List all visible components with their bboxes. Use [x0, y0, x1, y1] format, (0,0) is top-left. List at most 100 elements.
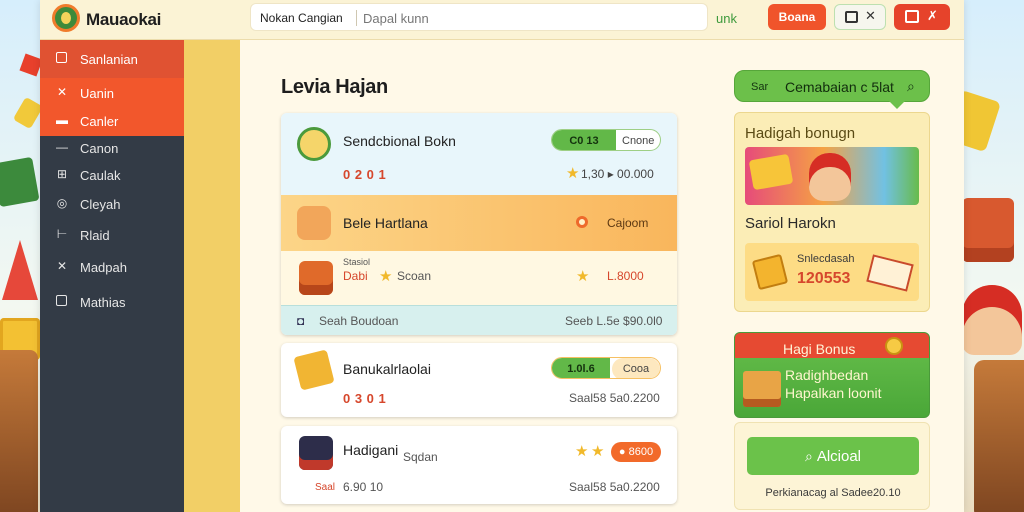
sidebar-item-canon[interactable]: — Canon [40, 133, 184, 163]
coupon-icon [866, 254, 914, 292]
promo-banner[interactable] [745, 147, 919, 205]
food-icon [297, 206, 331, 240]
sidebar-item-uanin[interactable]: ✕ Uanin [40, 78, 184, 108]
cta-label: Cemabaian c 5lat [785, 79, 894, 95]
star-icon: ★ [576, 268, 590, 285]
sidebar-item-caulak[interactable]: ⊞ Caulak [40, 160, 184, 190]
cross-icon: ✕ [56, 259, 68, 273]
app-title: Mauaokai [86, 10, 162, 29]
footer-right: Seeb L.5e $90.0l0 [565, 314, 663, 328]
promo-card-label: Snlecdasah [797, 253, 855, 265]
listing-card[interactable]: Hadigani Sqdan ★ ★ ● 8600 Saal 6.90 10 S… [281, 426, 677, 504]
sidebar-item-canler[interactable]: ▬ Canler [40, 106, 184, 136]
decor-tent [2, 240, 38, 300]
cans-icon [743, 371, 781, 407]
header-link[interactable]: unk [716, 11, 737, 26]
card-footer: ◘ Seah Boudoan Seeb L.5e $90.0l0 [281, 305, 677, 335]
cta-small-label: Sar [751, 81, 769, 93]
decor-character [962, 285, 1022, 355]
cta-bubble[interactable]: Sar Cemabaian c 5lat ⌕ [734, 70, 930, 109]
item-number: 6.90 10 [343, 480, 384, 494]
item-meta: Saal58 5a0.2200 [569, 480, 660, 494]
toggle-on-label: 1.0l.6 [552, 358, 610, 378]
sidebar-item-label: Canler [80, 114, 119, 129]
promo-card[interactable]: Snlecdasah 120553 [745, 243, 919, 301]
search-icon: ⌕ [907, 78, 915, 94]
list-item[interactable]: Stasiol Dabi ★ Scoan ★ L.8000 [281, 251, 677, 305]
search-divider [356, 10, 357, 26]
sidebar-item-label: Cleyah [80, 197, 121, 212]
item-sub: Sqdan [403, 450, 438, 464]
search-scope[interactable]: Nokan Cangian [260, 11, 343, 25]
gift-icon [751, 253, 789, 291]
close-icon[interactable]: ✕ [865, 8, 876, 24]
list-item[interactable]: Bele Hartlana Cajoom [281, 195, 677, 251]
item-price: L.8000 [607, 269, 644, 283]
footer-left: Seah Boudoan [319, 314, 399, 328]
sidebar-item-label: Caulak [80, 168, 121, 183]
window-icon[interactable] [845, 11, 858, 23]
primary-button[interactable]: Boana [768, 4, 826, 30]
promo-card-number: 120553 [797, 270, 851, 287]
promo-subtitle: Sariol Harokn [745, 215, 836, 232]
sidebar-item-rlaid[interactable]: ⊢ Rlaid [40, 220, 184, 250]
jar-icon [299, 261, 333, 295]
promo-title: Hadigah bonugn [745, 125, 856, 142]
sidebar-item-label: Canon [80, 141, 119, 156]
tool-buttons[interactable]: ✕ [834, 4, 886, 30]
star-icon: ★ [591, 443, 605, 460]
sidebar-item-madpah[interactable]: ✕ Madpah [40, 252, 184, 282]
mascot-icon [809, 153, 851, 201]
listing-card[interactable]: Sendcbional Bokn 0 2 0 1 C0 13 Cnone ★ 1… [281, 113, 677, 335]
item-name: Hadigani [343, 442, 399, 458]
sidebar-item-label: Sanlanian [80, 52, 138, 67]
star-icon: ★ [379, 268, 393, 285]
toggle-on-label: C0 13 [552, 130, 616, 150]
list-item[interactable]: Sendcbional Bokn 0 2 0 1 C0 13 Cnone ★ 1… [281, 113, 677, 195]
sidebar-item-label: Madpah [80, 260, 127, 275]
item-name: Banukalrlaolai [343, 361, 431, 377]
toggle-off-label: Cooa [612, 358, 660, 378]
listing-card[interactable]: Banukalrlaolai 0 3 0 1 1.0l.6 Cooa Saal5… [281, 343, 677, 417]
action-button-label: Alcioal [816, 447, 862, 465]
sidebar-item-label: Uanin [80, 86, 114, 101]
search-input[interactable] [363, 7, 693, 29]
item-name: Dabi [343, 269, 368, 283]
rating-text: 1,30 ▸ 00.000 [581, 167, 654, 181]
bonus-line-2: Hapalkan loonit [785, 385, 882, 401]
item-name: Sendcbional Bokn [343, 133, 456, 149]
app-logo [52, 4, 80, 32]
item-small: Saal [315, 482, 336, 493]
sidebar-item-mathias[interactable]: Mathias [40, 287, 184, 317]
top-bar: Mauaokai Nokan Cangian unk Boana ✕ ✗ [40, 0, 964, 40]
bonus-panel[interactable]: Hagi Bonus Radighbedan Hapalkan loonit [734, 332, 930, 418]
accent-strip [184, 40, 240, 512]
decor-crate [0, 156, 40, 208]
window-icon [905, 10, 919, 23]
status-toggle[interactable]: C0 13 Cnone [551, 129, 661, 151]
x-mark-icon: ✗ [927, 8, 938, 23]
coin-icon [885, 337, 903, 355]
item-price: Cajoom [607, 216, 649, 230]
tag-icon [748, 153, 794, 191]
search-bar[interactable]: Nokan Cangian [250, 3, 708, 31]
status-toggle[interactable]: 1.0l.6 Cooa [551, 357, 661, 379]
exit-button[interactable]: ✗ [894, 4, 950, 30]
sidebar-item-cleyah[interactable]: ◎ Cleyah [40, 189, 184, 219]
page-title: Levia Hajan [281, 76, 388, 98]
main-content: Levia Hajan Sendcbional Bokn 0 2 0 1 C0 … [240, 40, 964, 512]
decor-barrel [974, 360, 1024, 512]
sidebar-item-label: Mathias [80, 295, 126, 310]
decor-barrel [0, 350, 38, 512]
camera-icon: ◘ [297, 314, 305, 328]
item-number: 0 3 0 1 [343, 391, 387, 406]
price-badge[interactable]: ● 8600 [611, 442, 661, 462]
sidebar-item-sanlanian[interactable]: Sanlanian [40, 40, 184, 78]
search-icon: ⌕ [804, 447, 813, 464]
bonus-line-1: Radighbedan [785, 367, 869, 383]
star-icon: ★ [566, 165, 580, 182]
grid-icon: ⊞ [56, 167, 68, 181]
action-button[interactable]: ⌕ Alcioal [747, 437, 919, 475]
item-name: Bele Hartlana [343, 215, 428, 231]
decor-jar [962, 198, 1014, 262]
